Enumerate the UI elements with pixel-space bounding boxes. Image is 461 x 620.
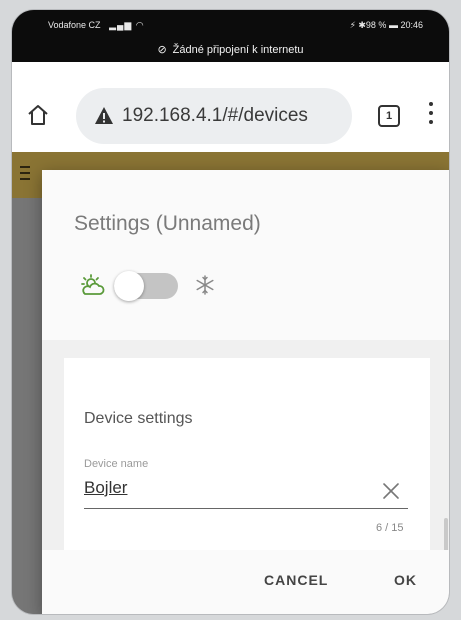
scrollbar-thumb[interactable]: [444, 518, 448, 552]
device-name-underline: [84, 508, 408, 509]
ok-button[interactable]: OK: [394, 572, 417, 588]
status-bar: Vodafone CZ ▂▄▆ ◠ ⚡ ✱98 % ▬ 20:46: [12, 10, 449, 40]
device-name-label: Device name: [84, 458, 149, 470]
toggle-knob[interactable]: [114, 271, 144, 301]
tab-switcher-button[interactable]: 1: [378, 105, 400, 127]
address-bar[interactable]: 192.168.4.1/#/devices: [76, 88, 352, 144]
warning-icon[interactable]: [94, 106, 114, 126]
signal-icon: ▂▄▆ ◠: [109, 20, 145, 30]
dialog-title: Settings (Unnamed): [74, 212, 261, 235]
clock: 20:46: [400, 20, 423, 30]
section-title: Device settings: [84, 410, 193, 427]
settings-scroll-area[interactable]: Device settings Device name Bojler 6 / 1…: [42, 340, 449, 552]
phone-frame: Vodafone CZ ▂▄▆ ◠ ⚡ ✱98 % ▬ 20:46 ⊘ Žádné…: [12, 10, 449, 614]
clear-icon[interactable]: [382, 482, 400, 500]
browser-toolbar: 192.168.4.1/#/devices 1: [12, 62, 449, 152]
settings-dialog: Settings (Unnamed) Device settings Devic…: [42, 170, 449, 614]
char-counter: 6 / 15: [376, 522, 404, 534]
carrier-label: Vodafone CZ ▂▄▆ ◠: [48, 20, 145, 30]
cancel-button[interactable]: CANCEL: [264, 572, 328, 588]
status-right: ⚡ ✱98 % ▬ 20:46: [349, 20, 423, 30]
battery-icon: ▬: [388, 20, 398, 30]
home-icon[interactable]: [26, 103, 50, 127]
more-menu-icon[interactable]: [426, 102, 436, 128]
device-settings-card: Device settings Device name Bojler 6 / 1…: [64, 358, 430, 550]
no-internet-text: Žádné připojení k internetu: [172, 44, 304, 56]
sun-cloud-icon: [81, 274, 105, 295]
hamburger-icon: [20, 166, 30, 182]
no-internet-banner: ⊘ Žádné připojení k internetu: [12, 40, 449, 62]
mode-toggle[interactable]: [114, 271, 178, 301]
cloud-off-icon: ⊘: [157, 44, 167, 56]
snowflake-icon: [196, 275, 214, 295]
url-text: 192.168.4.1/#/devices: [122, 105, 308, 126]
dialog-actions: CANCEL OK: [42, 550, 449, 614]
device-name-input[interactable]: Bojler: [84, 478, 127, 498]
